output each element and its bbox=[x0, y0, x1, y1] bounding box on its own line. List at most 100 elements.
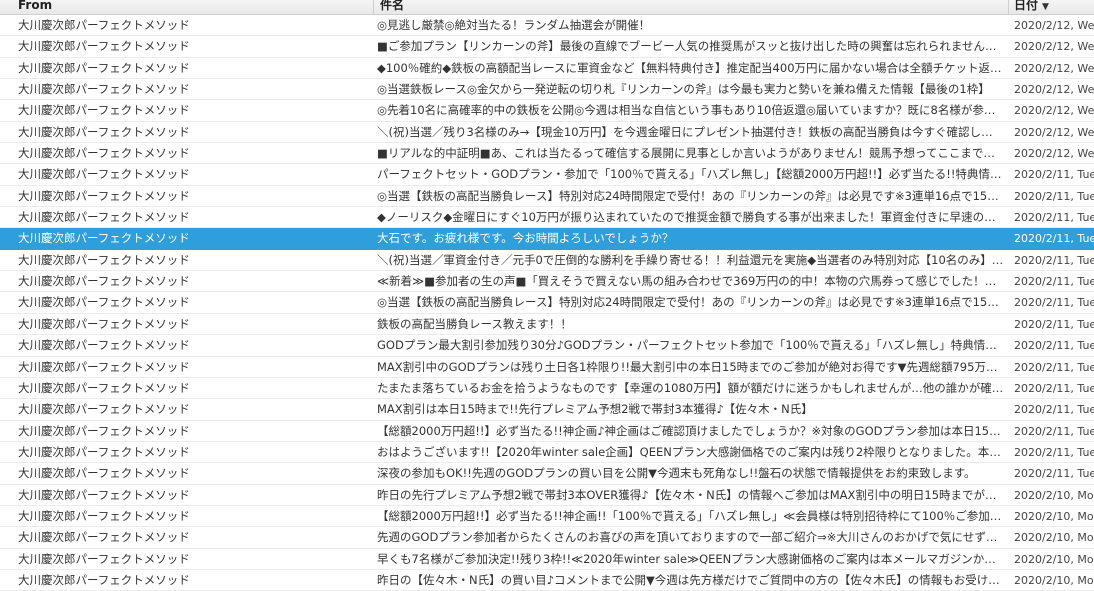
message-from: 大川慶次郎パーフェクトメソッド bbox=[18, 146, 190, 161]
message-subject: ◎当選【鉄板の高配当勝負レース】特別対応24時間限定で受付！あの『リンカーンの斧… bbox=[377, 188, 1004, 203]
message-subject: ◆100％確約◆鉄板の高額配当レースに軍資金など【無料特典付き】推定配当400万… bbox=[377, 60, 1004, 75]
message-date: 2020/2/11, Tue bbox=[1014, 189, 1094, 203]
message-subject: おはようございます!!【2020年winter sale企画】QEENプラン大感… bbox=[377, 444, 1004, 459]
message-date: 2020/2/10, Mon bbox=[1014, 573, 1094, 587]
message-row[interactable]: 大川慶次郎パーフェクトメソッド ◆ノーリスク◆金曜日にすぐ10万円が振り込まれてい… bbox=[0, 207, 1094, 229]
message-row[interactable]: 大川慶次郎パーフェクトメソッド ◆100％確約◆鉄板の高額配当レースに軍資金など【… bbox=[0, 58, 1094, 80]
message-from: 大川慶次郎パーフェクトメソッド bbox=[18, 231, 190, 246]
message-row[interactable]: 大川慶次郎パーフェクトメソッド 深夜の参加もOK!!先週のGODプランの買い目を公… bbox=[0, 463, 1094, 485]
message-row[interactable]: 大川慶次郎パーフェクトメソッド ≪新着≫■参加者の生の声■「買えそうで買えない馬の… bbox=[0, 271, 1094, 293]
message-from: 大川慶次郎パーフェクトメソッド bbox=[18, 60, 190, 75]
message-row[interactable]: 大川慶次郎パーフェクトメソッド GODプラン最大割引参加残り30分♪GODプラン・… bbox=[0, 335, 1094, 357]
column-header-date-label: 日付 bbox=[1014, 0, 1039, 12]
message-from: 大川慶次郎パーフェクトメソッド bbox=[18, 508, 190, 523]
message-list: 大川慶次郎パーフェクトメソッド ◎見逃し厳禁◎絶対当たる！ランダム抽選会が開催！ 2… bbox=[0, 15, 1094, 591]
column-header-bar: From 件名 日付 ▼ bbox=[0, 0, 1094, 15]
message-from: 大川慶次郎パーフェクトメソッド bbox=[18, 188, 190, 203]
message-from: 大川慶次郎パーフェクトメソッド bbox=[18, 18, 190, 32]
message-subject: たまたま落ちているお金を拾うようなものです【幸運の1080万円】額が額だけに迷う… bbox=[377, 380, 1004, 395]
message-row[interactable]: 大川慶次郎パーフェクトメソッド 早くも7名様がご参加決定!!残り3枠!!≪2020… bbox=[0, 549, 1094, 570]
message-from: 大川慶次郎パーフェクトメソッド bbox=[18, 295, 190, 310]
message-date: 2020/2/12, Wed bbox=[1014, 61, 1094, 75]
message-row[interactable]: 大川慶次郎パーフェクトメソッド ■ご参加プラン【リンカーンの斧】最後の直線でブービ… bbox=[0, 36, 1094, 58]
message-row[interactable]: 大川慶次郎パーフェクトメソッド ◎見逃し厳禁◎絶対当たる！ランダム抽選会が開催！ 2… bbox=[0, 15, 1094, 37]
message-row[interactable]: 大川慶次郎パーフェクトメソッド 鉄板の高配当勝負レース教えます！！ 2020/2/1… bbox=[0, 314, 1094, 336]
message-subject: 深夜の参加もOK!!先週のGODプランの買い目を公開▼今週末も死角なし!!盤石の… bbox=[377, 466, 976, 481]
message-row[interactable]: 大川慶次郎パーフェクトメソッド 昨日の先行プレミアム予想2戦で帯封3本OVER獲得… bbox=[0, 485, 1094, 506]
message-subject: 大石です。お疲れ様です。今お時間よろしいでしょうか？ bbox=[377, 231, 674, 246]
message-subject: ■ご参加プラン【リンカーンの斧】最後の直線でブービー人気の推奨馬がスッと抜け出し… bbox=[377, 39, 1004, 54]
message-date: 2020/2/11, Tue bbox=[1014, 253, 1094, 267]
message-row[interactable]: 大川慶次郎パーフェクトメソッド ■リアルな的中証明■あ、これは当たるって確信する展… bbox=[0, 143, 1094, 165]
message-subject: 昨日の先行プレミアム予想2戦で帯封3本OVER獲得♪【佐々木・N氏】の情報へご参… bbox=[377, 487, 1004, 502]
message-row[interactable]: 大川慶次郎パーフェクトメソッド MAX割引は本日15時まで!!先行プレミアム予想2… bbox=[0, 399, 1094, 421]
message-row[interactable]: 大川慶次郎パーフェクトメソッド ◎当選【鉄板の高配当勝負レース】特別対応24時間限… bbox=[0, 186, 1094, 208]
message-subject: ◎先着10名に高確率的中の鉄板を公開◎今週は相当な自信という事もあり10倍返還◎… bbox=[377, 103, 1004, 118]
message-date: 2020/2/11, Tue bbox=[1014, 360, 1094, 374]
message-date: 2020/2/11, Tue bbox=[1014, 381, 1094, 395]
message-from: 大川慶次郎パーフェクトメソッド bbox=[18, 103, 190, 118]
message-date: 2020/2/10, Mon bbox=[1014, 509, 1094, 523]
message-from: 大川慶次郎パーフェクトメソッド bbox=[18, 380, 190, 395]
message-date: 2020/2/12, Wed bbox=[1014, 40, 1094, 54]
message-row[interactable]: 大川慶次郎パーフェクトメソッド 【総額2000万円超!!】必ず当たる!!神企画♪神… bbox=[0, 421, 1094, 442]
message-from: 大川慶次郎パーフェクトメソッド bbox=[18, 402, 190, 417]
message-date: 2020/2/11, Tue bbox=[1014, 211, 1094, 225]
message-from: 大川慶次郎パーフェクトメソッド bbox=[18, 210, 190, 225]
message-from: 大川慶次郎パーフェクトメソッド bbox=[18, 359, 190, 374]
message-date: 2020/2/12, Wed bbox=[1014, 83, 1094, 97]
message-row[interactable]: 大川慶次郎パーフェクトメソッド パーフェクトセット・GODプラン・参加で「100％… bbox=[0, 164, 1094, 186]
message-date: 2020/2/11, Tue bbox=[1014, 467, 1094, 481]
message-date: 2020/2/10, Mon bbox=[1014, 552, 1094, 566]
message-subject: ≪新着≫■参加者の生の声■「買えそうで買えない馬の組み合わせで369万円の的中！… bbox=[377, 274, 1004, 289]
message-subject: MAX割引は本日15時まで!!先行プレミアム予想2戦で帯封3本獲得♪【佐々木・N… bbox=[377, 402, 813, 417]
message-subject: 【総額2000万円超!!】必ず当たる!!神企画♪神企画はご確認頂けましたでしょう… bbox=[377, 423, 1004, 438]
message-row[interactable]: 大川慶次郎パーフェクトメソッド 先週のGODプラン参加者からたくさんのお喜びの声を… bbox=[0, 527, 1094, 549]
message-from: 大川慶次郎パーフェクトメソッド bbox=[18, 82, 190, 97]
message-subject: 早くも7名様がご参加決定!!残り3枠!!≪2020年winter sale≫QE… bbox=[377, 551, 1004, 566]
message-row[interactable]: 大川慶次郎パーフェクトメソッド 大石です。お疲れ様です。今お時間よろしいでしょうか… bbox=[0, 228, 1094, 250]
message-date: 2020/2/11, Tue bbox=[1014, 296, 1094, 310]
column-divider[interactable] bbox=[1008, 0, 1009, 14]
column-header-date[interactable]: 日付 ▼ bbox=[1014, 0, 1094, 14]
message-from: 大川慶次郎パーフェクトメソッド bbox=[18, 274, 190, 289]
message-from: 大川慶次郎パーフェクトメソッド bbox=[18, 572, 190, 587]
message-row[interactable]: 大川慶次郎パーフェクトメソッド ＼(祝)当選／軍資金付き／元手0で圧倒的な勝利を手… bbox=[0, 250, 1094, 272]
message-date: 2020/2/12, Wed bbox=[1014, 19, 1094, 32]
message-date: 2020/2/11, Tue bbox=[1014, 424, 1094, 438]
message-date: 2020/2/12, Wed bbox=[1014, 125, 1094, 139]
sort-descending-icon: ▼ bbox=[1042, 2, 1049, 12]
message-date: 2020/2/12, Wed bbox=[1014, 104, 1094, 118]
message-subject: GODプラン最大割引参加残り30分♪GODプラン・パーフェクトセット参加で「10… bbox=[377, 338, 1004, 353]
column-header-from[interactable]: From bbox=[18, 0, 368, 14]
message-row[interactable]: 大川慶次郎パーフェクトメソッド ◎当選【鉄板の高配当勝負レース】特別対応24時間限… bbox=[0, 292, 1094, 314]
message-row[interactable]: 大川慶次郎パーフェクトメソッド 昨日の【佐々木・N氏】の買い目♪コメントまで公開▼… bbox=[0, 570, 1094, 591]
message-from: 大川慶次郎パーフェクトメソッド bbox=[18, 423, 190, 438]
column-divider[interactable] bbox=[373, 0, 374, 14]
message-subject: MAX割引中のGODプランは残り土日各1枠限り!!最大割引中の本日15時までのご… bbox=[377, 359, 1004, 374]
message-subject: 鉄板の高配当勝負レース教えます！！ bbox=[377, 316, 572, 331]
message-from: 大川慶次郎パーフェクトメソッド bbox=[18, 316, 190, 331]
message-date: 2020/2/11, Tue bbox=[1014, 317, 1094, 331]
message-row[interactable]: 大川慶次郎パーフェクトメソッド ＼(祝)当選／残り3名様のみ→【現金10万円】を今… bbox=[0, 122, 1094, 144]
message-row[interactable]: 大川慶次郎パーフェクトメソッド ◎先着10名に高確率的中の鉄板を公開◎今週は相当な… bbox=[0, 100, 1094, 122]
message-from: 大川慶次郎パーフェクトメソッド bbox=[18, 551, 190, 566]
message-date: 2020/2/11, Tue bbox=[1014, 403, 1094, 417]
message-row[interactable]: 大川慶次郎パーフェクトメソッド おはようございます!!【2020年winter s… bbox=[0, 442, 1094, 464]
message-row[interactable]: 大川慶次郎パーフェクトメソッド たまたま落ちているお金を拾うようなものです【幸運の… bbox=[0, 378, 1094, 400]
message-row[interactable]: 大川慶次郎パーフェクトメソッド ◎当選鉄板レース◎金欠から一発逆転の切り札『リンカ… bbox=[0, 79, 1094, 101]
column-header-subject[interactable]: 件名 bbox=[380, 0, 1000, 14]
message-subject: ◎当選【鉄板の高配当勝負レース】特別対応24時間限定で受付！あの『リンカーンの斧… bbox=[377, 295, 1004, 310]
message-date: 2020/2/11, Tue bbox=[1014, 275, 1094, 289]
message-subject: 昨日の【佐々木・N氏】の買い目♪コメントまで公開▼今週は先方様だけでご質問中の方… bbox=[377, 572, 1004, 587]
message-from: 大川慶次郎パーフェクトメソッド bbox=[18, 167, 190, 182]
message-subject: ＼(祝)当選／残り3名様のみ→【現金10万円】を今週金曜日にプレゼント抽選付き！… bbox=[377, 124, 1004, 139]
message-date: 2020/2/10, Mon bbox=[1014, 488, 1094, 502]
message-row[interactable]: 大川慶次郎パーフェクトメソッド MAX割引中のGODプランは残り土日各1枠限り!!… bbox=[0, 357, 1094, 378]
message-subject: ◎当選鉄板レース◎金欠から一発逆転の切り札『リンカーンの斧』は今最も実力と勢いを… bbox=[377, 82, 990, 97]
message-row[interactable]: 大川慶次郎パーフェクトメソッド 【総額2000万円超!!】必ず当たる!!神企画!!… bbox=[0, 506, 1094, 528]
message-subject: ◎見逃し厳禁◎絶対当たる！ランダム抽選会が開催！ bbox=[377, 18, 651, 32]
message-subject: 先週のGODプラン参加者からたくさんのお喜びの声を頂いておりますので一部ご紹介⇒… bbox=[377, 530, 1004, 545]
message-from: 大川慶次郎パーフェクトメソッド bbox=[18, 338, 190, 353]
message-subject: ◆ノーリスク◆金曜日にすぐ10万円が振り込まれていたので推奨金額で勝負する事が出… bbox=[377, 210, 1004, 225]
